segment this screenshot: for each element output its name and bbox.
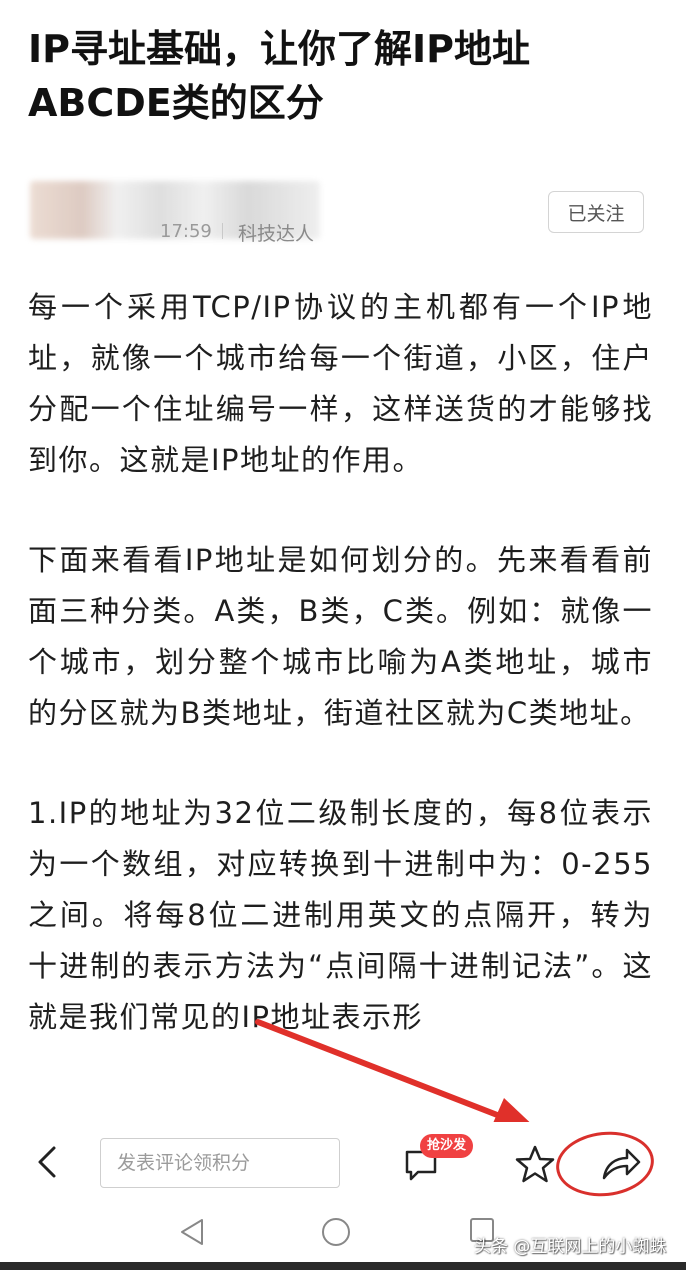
system-navigation-bar: 头条 @互联网上的小蜘蛛: [0, 1202, 686, 1262]
article-paragraph: 每一个采用TCP/IP协议的主机都有一个IP地址，就像一个城市给每一个街道，小区…: [28, 290, 653, 477]
star-outline-icon[interactable]: [515, 1144, 555, 1184]
triangle-back-icon[interactable]: [176, 1216, 208, 1248]
article-action-bar: 抢沙发: [0, 1122, 686, 1202]
annotation-circle: [552, 1127, 658, 1201]
circle-home-icon[interactable]: [320, 1216, 352, 1248]
follow-button[interactable]: 已关注: [548, 191, 644, 233]
watermark: 头条 @互联网上的小蜘蛛: [474, 1237, 667, 1257]
article-paragraph: 下面来看看IP地址是如何划分的。先来看看前面三种分类。A类，B类，C类。例如：就…: [28, 543, 653, 730]
sofa-badge: 抢沙发: [420, 1134, 474, 1158]
article-title: IP寻址基础，让你了解IP地址ABCDE类的区分: [28, 27, 530, 125]
publish-time: 17:59: [160, 221, 212, 242]
article-body: 每一个采用TCP/IP协议的主机都有一个IP地址，就像一个城市给每一个街道，小区…: [28, 282, 653, 1122]
author-tag: 科技达人: [238, 223, 315, 245]
comment-input[interactable]: [100, 1138, 340, 1188]
screen-bottom-edge: [0, 1262, 686, 1270]
divider: [222, 223, 223, 239]
chevron-left-icon[interactable]: [28, 1142, 68, 1182]
author-row: 17:59 科技达人 已关注: [0, 175, 686, 245]
article-paragraph: 1.IP的地址为32位二级制长度的，每8位表示为一个数组，对应转换到十进制中为：…: [28, 796, 653, 1034]
